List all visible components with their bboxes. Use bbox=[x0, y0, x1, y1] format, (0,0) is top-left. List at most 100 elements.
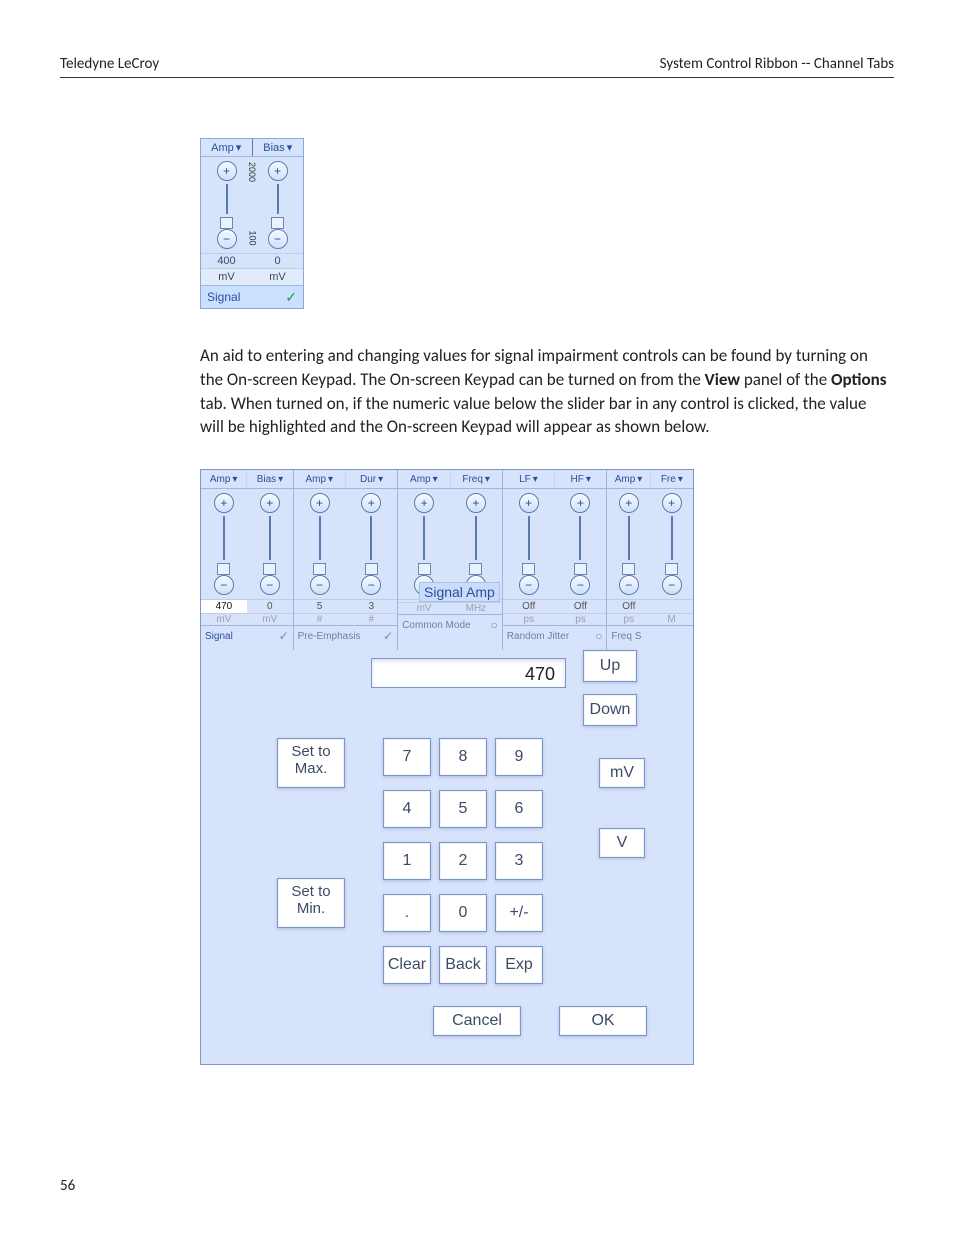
digit-8-button[interactable]: 8 bbox=[439, 738, 487, 776]
digit-6-button[interactable]: 6 bbox=[495, 790, 543, 828]
cancel-button[interactable]: Cancel bbox=[433, 1006, 521, 1036]
exp-button[interactable]: Exp bbox=[495, 946, 543, 984]
group-tab[interactable]: Freq S bbox=[607, 625, 693, 646]
decrement-button[interactable]: − bbox=[662, 575, 682, 595]
value-cell[interactable] bbox=[650, 599, 693, 613]
amp-decrement-button[interactable]: − bbox=[217, 229, 237, 249]
slider-handle[interactable] bbox=[665, 563, 678, 575]
group-tab[interactable]: Common Mode○ bbox=[398, 614, 502, 635]
slider-handle[interactable] bbox=[313, 563, 326, 575]
slider-handle[interactable] bbox=[418, 563, 431, 575]
signal-tab[interactable]: Signal ✓ bbox=[201, 285, 303, 308]
plus-minus-button[interactable]: +/- bbox=[495, 894, 543, 932]
increment-button[interactable]: + bbox=[414, 493, 434, 513]
increment-button[interactable]: + bbox=[310, 493, 330, 513]
group-tab[interactable]: Pre-Emphasis✓ bbox=[294, 625, 398, 646]
chevron-down-icon: ▾ bbox=[236, 141, 242, 154]
slider-handle[interactable] bbox=[365, 563, 378, 575]
value-cell[interactable]: 470 bbox=[201, 599, 247, 613]
slider[interactable] bbox=[475, 516, 477, 560]
digit-3-button[interactable]: 3 bbox=[495, 842, 543, 880]
value-cell[interactable]: Off bbox=[555, 599, 607, 613]
slider[interactable] bbox=[423, 516, 425, 560]
increment-button[interactable]: + bbox=[570, 493, 590, 513]
value-cell[interactable]: Off bbox=[607, 599, 650, 613]
slider[interactable] bbox=[319, 516, 321, 560]
ok-button[interactable]: OK bbox=[559, 1006, 647, 1036]
increment-button[interactable]: + bbox=[214, 493, 234, 513]
slider-handle[interactable] bbox=[622, 563, 635, 575]
value-cell[interactable]: Off bbox=[503, 599, 555, 613]
up-button[interactable]: Up bbox=[583, 650, 637, 682]
increment-button[interactable]: + bbox=[466, 493, 486, 513]
back-button[interactable]: Back bbox=[439, 946, 487, 984]
decrement-button[interactable]: − bbox=[310, 575, 330, 595]
keypad-display[interactable]: 470 bbox=[371, 658, 566, 688]
amp-value[interactable]: 400 bbox=[201, 253, 252, 268]
group-header-dropdown[interactable]: Amp▾ bbox=[607, 470, 650, 488]
decrement-button[interactable]: − bbox=[214, 575, 234, 595]
bias-dropdown[interactable]: Bias ▾ bbox=[253, 139, 304, 156]
amp-increment-button[interactable]: + bbox=[217, 161, 237, 181]
value-cell[interactable]: 5 bbox=[294, 599, 346, 613]
slider[interactable] bbox=[269, 516, 271, 560]
decimal-point-button[interactable]: . bbox=[383, 894, 431, 932]
increment-button[interactable]: + bbox=[361, 493, 381, 513]
group-header-dropdown[interactable]: Amp▾ bbox=[201, 470, 247, 488]
digit-1-button[interactable]: 1 bbox=[383, 842, 431, 880]
down-button[interactable]: Down bbox=[583, 694, 637, 726]
decrement-button[interactable]: − bbox=[260, 575, 280, 595]
clear-button[interactable]: Clear bbox=[383, 946, 431, 984]
bias-decrement-button[interactable]: − bbox=[268, 229, 288, 249]
bias-slider[interactable] bbox=[277, 184, 279, 214]
increment-button[interactable]: + bbox=[519, 493, 539, 513]
value-cell[interactable]: 3 bbox=[345, 599, 397, 613]
group-header-dropdown[interactable]: LF▾ bbox=[503, 470, 555, 488]
slider-handle[interactable] bbox=[522, 563, 535, 575]
group-header-dropdown[interactable]: Bias▾ bbox=[247, 470, 292, 488]
digit-7-button[interactable]: 7 bbox=[383, 738, 431, 776]
decrement-button[interactable]: − bbox=[619, 575, 639, 595]
set-to-min-button[interactable]: Set to Min. bbox=[277, 878, 345, 928]
bias-increment-button[interactable]: + bbox=[268, 161, 288, 181]
digit-0-button[interactable]: 0 bbox=[439, 894, 487, 932]
increment-button[interactable]: + bbox=[662, 493, 682, 513]
slider[interactable] bbox=[223, 516, 225, 560]
slider-handle[interactable] bbox=[263, 563, 276, 575]
set-to-max-button[interactable]: Set to Max. bbox=[277, 738, 345, 788]
unit-v-button[interactable]: V bbox=[599, 828, 645, 858]
increment-button[interactable]: + bbox=[619, 493, 639, 513]
group-tab[interactable]: Signal✓ bbox=[201, 625, 293, 646]
chevron-down-icon: ▾ bbox=[533, 474, 538, 485]
group-header-dropdown[interactable]: Amp▾ bbox=[398, 470, 450, 488]
bias-value[interactable]: 0 bbox=[252, 253, 303, 268]
slider[interactable] bbox=[528, 516, 530, 560]
group-header-dropdown[interactable]: Dur▾ bbox=[346, 470, 397, 488]
decrement-button[interactable]: − bbox=[570, 575, 590, 595]
group-header-dropdown[interactable]: Freq▾ bbox=[451, 470, 502, 488]
decrement-button[interactable]: − bbox=[519, 575, 539, 595]
slider[interactable] bbox=[370, 516, 372, 560]
digit-2-button[interactable]: 2 bbox=[439, 842, 487, 880]
amp-slider-handle[interactable] bbox=[220, 217, 233, 229]
unit-mv-button[interactable]: mV bbox=[599, 758, 645, 788]
slider[interactable] bbox=[628, 516, 630, 560]
slider-handle[interactable] bbox=[469, 563, 482, 575]
value-cell[interactable]: 0 bbox=[247, 599, 293, 613]
group-header-dropdown[interactable]: Amp▾ bbox=[294, 470, 346, 488]
group-header-dropdown[interactable]: Fre▾ bbox=[651, 470, 693, 488]
amp-dropdown[interactable]: Amp ▾ bbox=[201, 139, 252, 156]
increment-button[interactable]: + bbox=[260, 493, 280, 513]
digit-9-button[interactable]: 9 bbox=[495, 738, 543, 776]
slider-handle[interactable] bbox=[574, 563, 587, 575]
slider[interactable] bbox=[579, 516, 581, 560]
slider-handle[interactable] bbox=[217, 563, 230, 575]
amp-slider[interactable] bbox=[226, 184, 228, 214]
group-tab[interactable]: Random Jitter○ bbox=[503, 625, 607, 646]
slider[interactable] bbox=[671, 516, 673, 560]
digit-4-button[interactable]: 4 bbox=[383, 790, 431, 828]
bias-slider-handle[interactable] bbox=[271, 217, 284, 229]
digit-5-button[interactable]: 5 bbox=[439, 790, 487, 828]
group-header-dropdown[interactable]: HF▾ bbox=[555, 470, 606, 488]
decrement-button[interactable]: − bbox=[361, 575, 381, 595]
